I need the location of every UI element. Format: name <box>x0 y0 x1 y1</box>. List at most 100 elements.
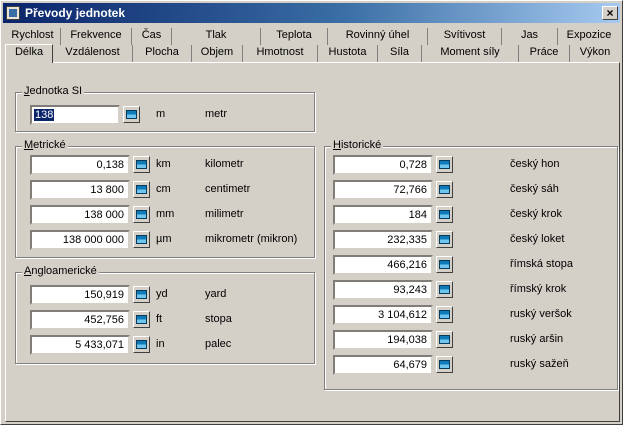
tab-svitivost[interactable]: Svítivost <box>428 28 502 45</box>
historic-unit-name: ruský sažeň <box>510 358 569 370</box>
metric-unit-name: centimetr <box>205 183 251 195</box>
calculator-icon[interactable] <box>436 281 453 298</box>
anglo-unit-name: stopa <box>205 313 232 325</box>
si-unit-name: metr <box>205 108 227 120</box>
title-bar[interactable]: Převody jednotek × <box>3 3 620 23</box>
metric-value-input[interactable]: 138 000 <box>30 205 130 225</box>
tab-cas[interactable]: Čas <box>132 28 172 45</box>
historic-unit-name: římský krok <box>510 283 567 295</box>
historic-legend: Historické <box>331 139 384 151</box>
metric-legend: Metrické <box>22 139 68 151</box>
tab-hustota[interactable]: Hustota <box>318 45 378 62</box>
calculator-icon[interactable] <box>123 106 140 123</box>
anglo-unit-abbr: ft <box>156 313 163 325</box>
calculator-icon[interactable] <box>133 206 150 223</box>
tab-teplota[interactable]: Teplota <box>261 28 328 45</box>
historic-row: 93,243 římský krok <box>333 280 613 300</box>
anglo-unit-abbr: in <box>156 338 165 350</box>
historic-value-input[interactable]: 72,766 <box>333 180 433 200</box>
metric-unit-abbr: cm <box>156 183 171 195</box>
tab-objem[interactable]: Objem <box>192 45 243 62</box>
metric-row: 0,138 km kilometr <box>30 155 310 175</box>
historic-value-input[interactable]: 0,728 <box>333 155 433 175</box>
historic-unit-name: římská stopa <box>510 258 573 270</box>
calculator-icon[interactable] <box>133 156 150 173</box>
historic-value-input[interactable]: 3 104,612 <box>333 305 433 325</box>
anglo-row: 150,919 yd yard <box>30 285 310 305</box>
tab-delka[interactable]: Délka <box>5 44 53 63</box>
historic-value-input[interactable]: 194,038 <box>333 330 433 350</box>
historic-unit-name: ruský veršok <box>510 308 572 320</box>
anglo-unit-name: yard <box>205 288 227 300</box>
metric-value-input[interactable]: 138 000 000 <box>30 230 130 250</box>
metric-group: Metrické 0,138 km kilometr 13 800 cm cen… <box>15 139 315 258</box>
anglo-unit-abbr: yd <box>156 288 168 300</box>
anglo-row: 5 433,071 in palec <box>30 335 310 355</box>
calculator-icon[interactable] <box>436 306 453 323</box>
metric-row: 138 000 000 µm mikrometr (mikron) <box>30 230 310 250</box>
tab-hmotnost[interactable]: Hmotnost <box>243 45 318 62</box>
tab-plocha[interactable]: Plocha <box>133 45 192 62</box>
historic-value-input[interactable]: 184 <box>333 205 433 225</box>
metric-unit-abbr: µm <box>156 233 172 245</box>
tab-tlak[interactable]: Tlak <box>172 28 261 45</box>
si-value-input[interactable]: 138 <box>30 105 120 125</box>
historic-row: 0,728 český hon <box>333 155 613 175</box>
metric-value-input[interactable]: 13 800 <box>30 180 130 200</box>
historic-unit-name: ruský aršin <box>510 333 564 345</box>
metric-value-input[interactable]: 0,138 <box>30 155 130 175</box>
tab-prace[interactable]: Práce <box>519 45 570 62</box>
anglo-row: 452,756 ft stopa <box>30 310 310 330</box>
anglo-value-input[interactable]: 5 433,071 <box>30 335 130 355</box>
metric-unit-name: mikrometr (mikron) <box>205 233 298 245</box>
historic-value-input[interactable]: 64,679 <box>333 355 433 375</box>
metric-unit-abbr: km <box>156 158 171 170</box>
tab-jas[interactable]: Jas <box>502 28 558 45</box>
tab-sila[interactable]: Síla <box>378 45 422 62</box>
tab-vykon[interactable]: Výkon <box>570 45 620 62</box>
calculator-icon[interactable] <box>436 156 453 173</box>
tab-expozice[interactable]: Expozice <box>558 28 620 45</box>
anglo-unit-name: palec <box>205 338 232 350</box>
anglo-american-legend: Angloamerické <box>22 265 99 277</box>
historic-row: 466,216 římská stopa <box>333 255 613 275</box>
calculator-icon[interactable] <box>133 231 150 248</box>
calculator-icon[interactable] <box>133 286 150 303</box>
metric-unit-abbr: mm <box>156 208 175 220</box>
anglo-value-input[interactable]: 150,919 <box>30 285 130 305</box>
calculator-icon[interactable] <box>436 356 453 373</box>
historic-row: 194,038 ruský aršin <box>333 330 613 350</box>
historic-value-input[interactable]: 232,335 <box>333 230 433 250</box>
tab-rychlost[interactable]: Rychlost <box>5 28 61 45</box>
historic-value-input[interactable]: 93,243 <box>333 280 433 300</box>
historic-unit-name: český hon <box>510 158 560 170</box>
calculator-icon[interactable] <box>436 256 453 273</box>
historic-value-input[interactable]: 466,216 <box>333 255 433 275</box>
calculator-icon[interactable] <box>133 181 150 198</box>
tab-moment-sily[interactable]: Moment síly <box>422 45 519 62</box>
metric-unit-name: kilometr <box>205 158 244 170</box>
calculator-icon[interactable] <box>133 311 150 328</box>
historic-row: 232,335 český loket <box>333 230 613 250</box>
tab-rovinny-uhel[interactable]: Rovinný úhel <box>328 28 428 45</box>
metric-unit-name: milimetr <box>205 208 244 220</box>
tab-frekvence[interactable]: Frekvence <box>61 28 132 45</box>
historic-unit-name: český loket <box>510 233 565 245</box>
app-icon[interactable] <box>6 6 20 20</box>
window-title: Převody jednotek <box>25 6 126 20</box>
converter-window: Převody jednotek × Rychlost Frekvence Ča… <box>0 0 623 425</box>
historic-group: Historické 0,728 český hon 72,766 český … <box>324 139 618 390</box>
calculator-icon[interactable] <box>436 331 453 348</box>
tab-vzdalenost[interactable]: Vzdálenost <box>53 45 133 62</box>
metric-row: 138 000 mm milimetr <box>30 205 310 225</box>
si-unit-abbr: m <box>156 108 166 120</box>
calculator-icon[interactable] <box>436 181 453 198</box>
historic-row: 64,679 ruský sažeň <box>333 355 613 375</box>
calculator-icon[interactable] <box>133 336 150 353</box>
calculator-icon[interactable] <box>436 206 453 223</box>
calculator-icon[interactable] <box>436 231 453 248</box>
close-icon[interactable]: × <box>602 6 618 20</box>
metric-row: 13 800 cm centimetr <box>30 180 310 200</box>
historic-row: 3 104,612 ruský veršok <box>333 305 613 325</box>
anglo-value-input[interactable]: 452,756 <box>30 310 130 330</box>
